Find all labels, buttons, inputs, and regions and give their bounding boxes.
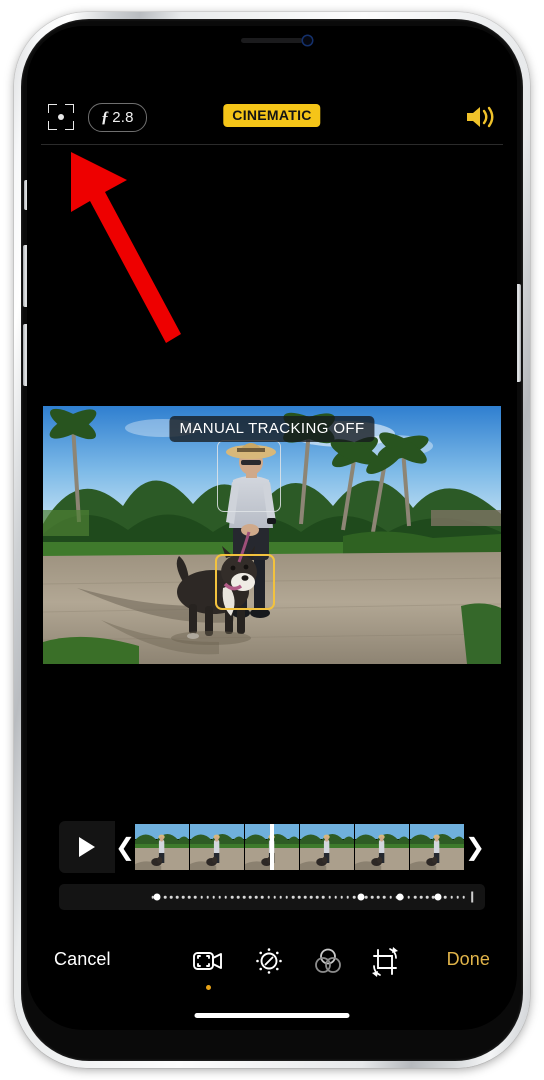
focus-corner-br (65, 121, 74, 130)
keyframe-tick (352, 895, 356, 899)
filmstrip-frames[interactable] (135, 824, 465, 870)
keyframe-marker[interactable] (357, 893, 365, 901)
keyframe-marker[interactable] (153, 893, 161, 901)
keyframe-tick (206, 895, 209, 899)
keyframe-tick (322, 895, 325, 899)
filters-icon[interactable] (310, 945, 346, 979)
trim-handle-right[interactable]: ❯ (465, 835, 485, 859)
keyframe-tick (383, 895, 386, 899)
keyframe-tick (389, 895, 392, 899)
focus-corner-bl (48, 121, 57, 130)
keyframe-tick (255, 895, 258, 899)
keyframe-tick (175, 895, 179, 899)
keyframe-tick (450, 895, 453, 899)
focus-corner-tl (48, 104, 57, 113)
aperture-control[interactable]: ƒ 2.8 (88, 103, 147, 132)
focus-center-dot (58, 114, 64, 120)
phone-screen: ƒ 2.8 CINEMATIC MANUAL TRACKING OFF ❮ ❯ … (27, 26, 517, 1030)
active-tool-indicator (206, 985, 211, 990)
annotation-arrow-icon (69, 146, 249, 361)
cinematic-video-icon[interactable] (190, 945, 226, 979)
keyframe-tick (224, 895, 228, 899)
cinematic-mode-badge: CINEMATIC (223, 104, 321, 127)
keyframe-marker[interactable] (396, 893, 404, 901)
focus-tracking-icon[interactable] (48, 104, 74, 130)
keyframe-marker[interactable] (434, 893, 442, 901)
keyframe-tick (230, 895, 234, 899)
play-icon (79, 837, 95, 857)
keyframe-tick (303, 895, 307, 899)
keyframe-tick (413, 895, 417, 899)
keyframe-tick (346, 895, 350, 899)
filmstrip-frame[interactable] (135, 824, 190, 870)
depth-keyframe-slider[interactable] (59, 884, 485, 910)
editor-toolbar: Cancel Done (27, 931, 517, 995)
slider-end-tick (471, 891, 474, 903)
keyframe-tick (194, 895, 197, 899)
keyframe-tick (328, 895, 331, 899)
notch (179, 26, 365, 53)
camera-top-control-bar: ƒ 2.8 CINEMATIC (27, 92, 517, 140)
keyframe-tick (248, 895, 252, 899)
keyframe-tick (340, 895, 344, 899)
video-scrubber: ❮ ❯ (59, 821, 485, 873)
keyframe-tick (261, 895, 264, 899)
keyframe-tick (236, 895, 240, 899)
keyframe-tick (316, 895, 319, 899)
keyframe-tick (297, 895, 301, 899)
keyframe-tick (181, 895, 185, 899)
topbar-divider (41, 144, 503, 145)
keyframe-tick (218, 895, 222, 899)
keyframe-tick (444, 895, 447, 899)
cancel-button[interactable]: Cancel (54, 949, 111, 970)
aperture-value: 2.8 (112, 109, 134, 126)
filmstrip-frame[interactable] (355, 824, 410, 870)
done-button[interactable]: Done (447, 949, 490, 970)
keyframe-tick (267, 895, 270, 899)
keyframe-tick (169, 895, 173, 899)
earpiece-speaker-icon (241, 38, 303, 43)
keyframe-tick (370, 895, 374, 899)
filmstrip-frame[interactable] (410, 824, 465, 870)
manual-tracking-status-badge: MANUAL TRACKING OFF (169, 416, 375, 442)
keyframe-tick (309, 895, 313, 899)
keyframe-tick (334, 895, 337, 899)
crop-rotate-icon[interactable] (367, 945, 403, 979)
keyframe-tick (200, 895, 203, 899)
playhead[interactable] (270, 824, 275, 870)
video-preview[interactable]: MANUAL TRACKING OFF (43, 406, 501, 664)
keyframe-tick (242, 895, 246, 899)
filmstrip-frame[interactable] (300, 824, 355, 870)
keyframe-tick (273, 895, 276, 899)
front-camera-icon (303, 36, 312, 45)
keyframe-tick (291, 895, 295, 899)
speaker-wave-icon[interactable] (463, 104, 497, 130)
tracking-box-dog[interactable] (215, 554, 275, 610)
home-indicator[interactable] (194, 1013, 350, 1018)
keyframe-tick (285, 895, 289, 899)
keyframe-track[interactable] (59, 884, 485, 910)
keyframe-tick (163, 895, 167, 899)
adjust-dial-icon[interactable] (251, 945, 287, 979)
keyframe-tick (456, 895, 459, 899)
aperture-f-icon: ƒ (101, 108, 110, 126)
keyframe-tick (279, 895, 283, 899)
keyframe-tick (425, 895, 429, 899)
play-button[interactable] (59, 821, 115, 873)
tracking-box-person[interactable] (217, 440, 281, 512)
keyframe-tick (419, 895, 423, 899)
keyframe-tick (364, 895, 368, 899)
keyframe-tick (377, 895, 380, 899)
keyframe-tick (462, 895, 465, 899)
focus-corner-tr (65, 104, 74, 113)
keyframe-tick (407, 895, 411, 899)
filmstrip-frame[interactable] (190, 824, 245, 870)
filmstrip[interactable]: ❮ ❯ (115, 821, 485, 873)
keyframe-tick (212, 895, 215, 899)
keyframe-tick (188, 895, 191, 899)
screenshot-root: ƒ 2.8 CINEMATIC MANUAL TRACKING OFF ❮ ❯ … (0, 0, 544, 1080)
trim-handle-left[interactable]: ❮ (115, 835, 135, 859)
